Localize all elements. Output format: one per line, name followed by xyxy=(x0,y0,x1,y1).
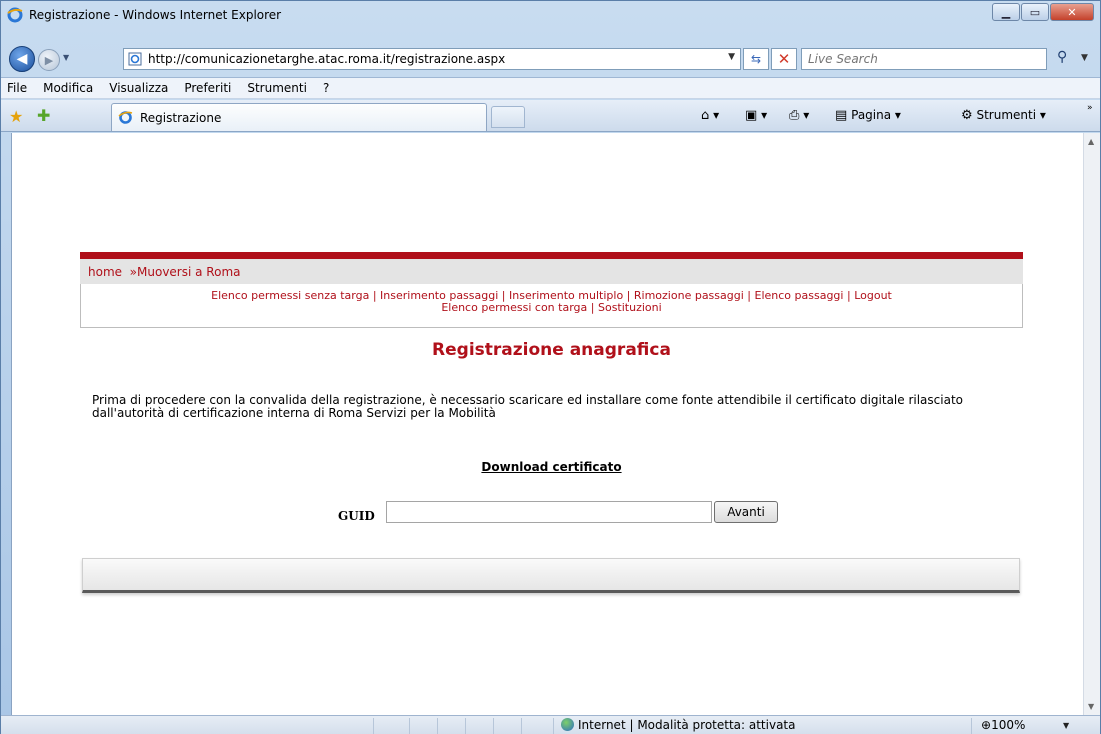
search-box[interactable] xyxy=(801,48,1047,70)
zoom-dropdown-icon[interactable]: ▼ xyxy=(1063,721,1069,730)
minimize-button[interactable]: ▁ xyxy=(992,3,1020,21)
add-favorites-icon[interactable]: ✚ xyxy=(37,106,50,125)
breadcrumb-separator: » xyxy=(129,265,138,279)
search-dropdown-icon[interactable]: ▼ xyxy=(1081,53,1088,63)
chevron-more-icon[interactable]: » xyxy=(1087,103,1093,113)
gear-icon: ⚙ xyxy=(961,108,973,123)
globe-icon xyxy=(561,718,574,731)
address-bar[interactable]: http://comunicazionetarghe.atac.roma.it/… xyxy=(123,48,741,70)
vertical-scrollbar[interactable]: ▲ ▼ xyxy=(1083,133,1100,715)
menu-file[interactable]: File xyxy=(7,81,27,95)
instructions-text: Prima di procedere con la convalida dell… xyxy=(92,393,963,420)
tab-bar: ★ ✚ Registrazione ⌂ ▾ ▣ ▾ ⎙ ▾ ▤ Pagina ▾… xyxy=(1,100,1100,132)
header-red-line xyxy=(80,252,1023,259)
address-url[interactable]: http://comunicazionetarghe.atac.roma.it/… xyxy=(148,52,505,66)
search-input[interactable] xyxy=(808,52,1028,66)
page-menu-button[interactable]: ▤ Pagina ▾ xyxy=(835,108,901,123)
link-sostituzioni[interactable]: Sostituzioni xyxy=(598,301,662,314)
tab-registrazione[interactable]: Registrazione xyxy=(111,103,487,131)
download-certificate-link[interactable]: Download certificato xyxy=(80,460,1023,474)
tools-menu-button[interactable]: ⚙ Strumenti ▾ xyxy=(961,108,1046,123)
address-dropdown-icon[interactable]: ▼ xyxy=(728,52,735,62)
ie-page-icon xyxy=(118,111,133,124)
page-content: home »Muoversi a Roma Elenco permessi se… xyxy=(11,133,1083,715)
menu-visualizza[interactable]: Visualizza xyxy=(109,81,168,95)
forward-button[interactable]: ▶ xyxy=(38,49,60,71)
maximize-button[interactable]: ▭ xyxy=(1021,3,1049,21)
home-icon[interactable]: ⌂ ▾ xyxy=(701,108,719,123)
zoom-icon: ⊕ xyxy=(981,718,992,732)
guid-input[interactable] xyxy=(386,501,712,523)
link-elenco-permessi-con-targa[interactable]: Elenco permessi con targa xyxy=(441,301,587,314)
new-tab-button[interactable] xyxy=(491,106,525,128)
scroll-down-icon[interactable]: ▼ xyxy=(1088,702,1094,711)
menu-modifica[interactable]: Modifica xyxy=(43,81,93,95)
menu-help[interactable]: ? xyxy=(323,81,329,95)
page-title: Registrazione anagrafica xyxy=(432,340,671,360)
security-zone[interactable]: Internet | Modalità protetta: attivata xyxy=(561,718,795,732)
zoom-level[interactable]: ⊕100% xyxy=(981,718,1025,732)
status-bar: Internet | Modalità protetta: attivata ⊕… xyxy=(1,715,1100,734)
refresh-button[interactable]: ⇆ xyxy=(743,48,769,70)
stop-button[interactable]: ✕ xyxy=(771,48,797,70)
ie-logo-icon xyxy=(7,7,23,23)
breadcrumb: home »Muoversi a Roma xyxy=(80,259,1023,284)
print-icon[interactable]: ⎙ ▾ xyxy=(789,108,809,123)
navigation-links: Elenco permessi senza targa | Inseriment… xyxy=(80,284,1023,328)
search-icon[interactable]: ⚲ xyxy=(1057,49,1067,65)
caption-buttons: ▁ ▭ ✕ xyxy=(991,3,1094,21)
tab-label: Registrazione xyxy=(140,111,222,125)
avanti-button[interactable]: Avanti xyxy=(714,501,778,523)
history-dropdown-icon[interactable]: ▼ xyxy=(63,53,69,62)
back-button[interactable]: ◀ xyxy=(9,46,35,72)
link-logout[interactable]: Logout xyxy=(854,289,892,302)
page-menu-icon: ▤ xyxy=(835,108,848,123)
title-bar: Registrazione - Windows Internet Explore… xyxy=(1,1,1100,31)
feeds-icon[interactable]: ▣ ▾ xyxy=(745,108,767,123)
scroll-up-icon[interactable]: ▲ xyxy=(1088,137,1094,146)
link-elenco-permessi-senza-targa[interactable]: Elenco permessi senza targa xyxy=(211,289,369,302)
close-button[interactable]: ✕ xyxy=(1050,3,1094,21)
menu-preferiti[interactable]: Preferiti xyxy=(184,81,231,95)
browser-window: Registrazione - Windows Internet Explore… xyxy=(0,0,1101,734)
breadcrumb-home[interactable]: home xyxy=(88,265,122,279)
page-icon xyxy=(128,52,142,66)
page-footer xyxy=(82,558,1020,593)
menu-bar: File Modifica Visualizza Preferiti Strum… xyxy=(1,77,1100,99)
link-elenco-passaggi[interactable]: Elenco passaggi xyxy=(755,289,844,302)
breadcrumb-section[interactable]: Muoversi a Roma xyxy=(137,265,240,279)
menu-strumenti[interactable]: Strumenti xyxy=(247,81,307,95)
window-title: Registrazione - Windows Internet Explore… xyxy=(29,8,282,22)
favorites-star-icon[interactable]: ★ xyxy=(9,107,23,126)
guid-label: GUID xyxy=(338,509,375,523)
